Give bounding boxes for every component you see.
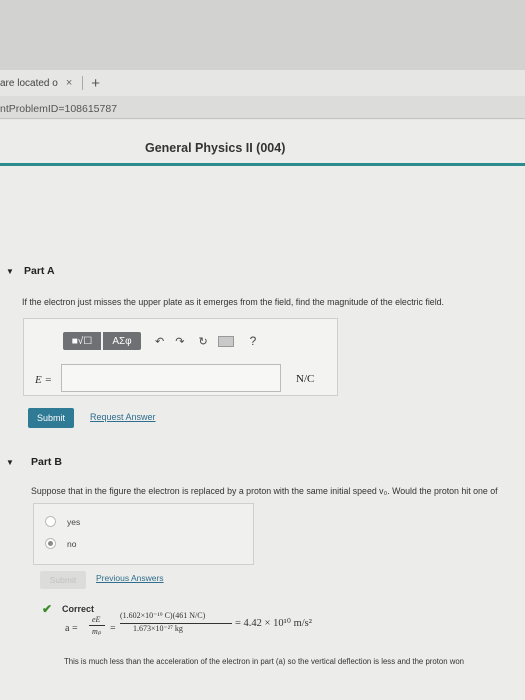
greek-symbols-button[interactable]: ΑΣφ bbox=[103, 332, 141, 350]
formula-result: = 4.42 × 10¹⁰ m/s² bbox=[235, 618, 312, 629]
keyboard-icon[interactable] bbox=[217, 335, 234, 347]
formula-numerator: (1.602×10⁻¹⁹ C)(461 N/C) bbox=[120, 611, 206, 620]
feedback-explanation: This is much less than the acceleration … bbox=[64, 657, 465, 666]
variable-label: E = bbox=[35, 374, 52, 386]
part-b-collapse-icon[interactable]: ▼ bbox=[6, 458, 14, 467]
radio-no[interactable] bbox=[45, 538, 56, 549]
previous-answers-link[interactable]: Previous Answers bbox=[96, 573, 164, 583]
submit-button-disabled: Submit bbox=[40, 571, 86, 589]
formula-denominator: 1.673×10⁻²⁷ kg bbox=[133, 624, 183, 633]
formula-frac-num: eE bbox=[92, 615, 101, 624]
help-icon[interactable]: ? bbox=[250, 334, 257, 348]
submit-button[interactable]: Submit bbox=[28, 408, 74, 428]
reset-icon[interactable]: ↻ bbox=[198, 335, 207, 348]
header-divider bbox=[0, 163, 525, 166]
address-bar-url[interactable]: ntProblemID=108615787 bbox=[0, 103, 117, 115]
option-no[interactable]: no bbox=[45, 538, 76, 549]
formula-frac-den: mₚ bbox=[92, 627, 102, 636]
tab-close-icon[interactable]: × bbox=[66, 77, 72, 89]
redo-icon[interactable]: ↷ bbox=[175, 335, 184, 348]
part-a-collapse-icon[interactable]: ▼ bbox=[6, 267, 14, 276]
option-yes-label: yes bbox=[67, 516, 81, 527]
template-button[interactable]: ■√☐ bbox=[63, 332, 101, 350]
feedback-title: Correct bbox=[62, 604, 95, 614]
part-b-question: Suppose that in the figure the electron … bbox=[31, 486, 498, 496]
part-b-title[interactable]: Part B bbox=[31, 456, 62, 468]
browser-tab[interactable]: are located o × + bbox=[0, 73, 100, 93]
math-toolbar: ■√☐ ΑΣφ ↶ ↷ ↻ ? bbox=[63, 332, 256, 350]
answer-options-box bbox=[33, 503, 254, 565]
part-a-title[interactable]: Part A bbox=[24, 265, 55, 277]
checkmark-icon: ✔ bbox=[42, 602, 53, 616]
course-title: General Physics II (004) bbox=[145, 141, 286, 155]
formula-equals: = bbox=[110, 623, 116, 634]
new-tab-icon[interactable]: + bbox=[91, 75, 100, 92]
formula-lhs: a = bbox=[65, 623, 78, 634]
tab-divider bbox=[82, 76, 84, 90]
request-answer-link[interactable]: Request Answer bbox=[90, 412, 156, 422]
formula-frac-bar bbox=[89, 625, 105, 626]
option-no-label: no bbox=[67, 538, 77, 549]
radio-yes[interactable] bbox=[45, 516, 56, 527]
screen-top-band bbox=[0, 0, 525, 70]
part-a-question: If the electron just misses the upper pl… bbox=[22, 297, 444, 307]
answer-input[interactable] bbox=[61, 364, 281, 392]
option-yes[interactable]: yes bbox=[45, 516, 80, 527]
unit-label: N/C bbox=[296, 373, 315, 385]
tab-label: are located o bbox=[0, 77, 58, 89]
undo-icon[interactable]: ↶ bbox=[155, 335, 164, 348]
